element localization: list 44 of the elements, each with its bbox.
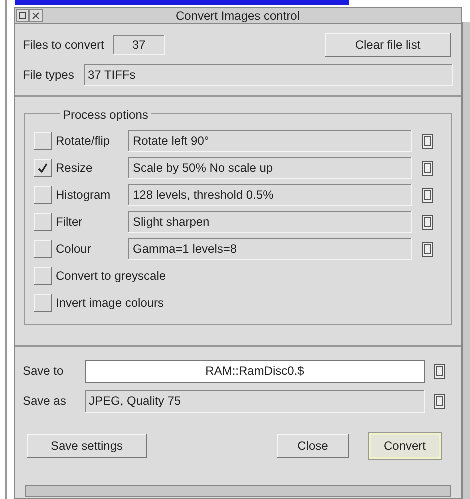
field-label: Files to convert bbox=[23, 37, 106, 54]
option-label: Convert to greyscale bbox=[55, 268, 166, 285]
option-value-field: 128 levels, threshold 0.5% bbox=[128, 184, 412, 206]
checkbox[interactable] bbox=[34, 294, 52, 312]
dialog-button[interactable]: Save settings bbox=[27, 434, 147, 458]
checkbox[interactable] bbox=[34, 267, 52, 285]
option-label: Histogram bbox=[55, 187, 112, 204]
menu-icon[interactable] bbox=[422, 160, 432, 176]
count-display: 37 bbox=[113, 35, 165, 55]
option-value-field: Scale by 50% No scale up bbox=[128, 157, 412, 179]
option-label: Resize bbox=[55, 160, 94, 177]
menu-icon[interactable] bbox=[422, 214, 432, 230]
checkbox[interactable] bbox=[34, 186, 52, 204]
save-path-field[interactable]: RAM::RamDisc0.$ bbox=[85, 360, 425, 382]
option-label: Rotate/flip bbox=[55, 133, 112, 150]
menu-icon[interactable] bbox=[422, 242, 432, 256]
checkbox[interactable] bbox=[34, 159, 52, 177]
option-value-field: Slight sharpen bbox=[128, 211, 412, 233]
format-display[interactable]: JPEG, Quality 75 bbox=[85, 390, 425, 412]
dialog-button[interactable]: Convert bbox=[369, 433, 441, 459]
option-value-field: Gamma=1 levels=8 bbox=[128, 238, 412, 260]
menu-icon[interactable] bbox=[434, 364, 444, 378]
window-title: Convert Images control bbox=[174, 8, 302, 24]
file-types-display: 37 TIFFs bbox=[84, 64, 453, 86]
checkbox[interactable] bbox=[34, 132, 52, 150]
dialog-button[interactable]: Close bbox=[277, 434, 349, 458]
field-label: File types bbox=[23, 67, 76, 84]
field-label: Save as bbox=[23, 393, 68, 410]
menu-icon[interactable] bbox=[434, 394, 444, 408]
menu-icon[interactable] bbox=[422, 188, 432, 202]
back-icon[interactable] bbox=[16, 9, 29, 22]
check-icon bbox=[37, 162, 49, 174]
option-label: Colour bbox=[55, 241, 92, 258]
option-label: Invert image colours bbox=[55, 295, 164, 312]
option-label: Filter bbox=[55, 214, 84, 231]
option-value-field: Rotate left 90° bbox=[128, 130, 412, 152]
clear-button[interactable]: Clear file list bbox=[325, 33, 451, 57]
horizontal-scrollbar[interactable] bbox=[25, 485, 451, 497]
close-icon[interactable] bbox=[29, 9, 43, 22]
scrollbar[interactable] bbox=[462, 22, 470, 499]
checkbox[interactable] bbox=[34, 213, 52, 231]
checkbox[interactable] bbox=[34, 240, 52, 258]
menu-icon[interactable] bbox=[422, 134, 432, 148]
field-label: Save to bbox=[23, 363, 65, 380]
